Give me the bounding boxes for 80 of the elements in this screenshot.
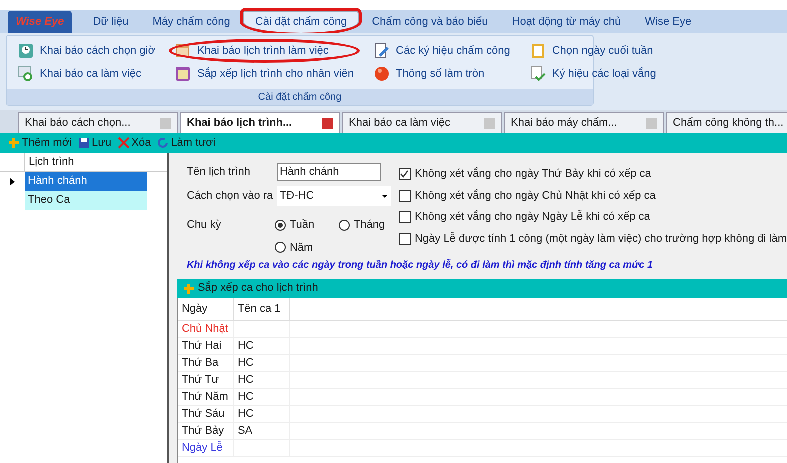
column-header: Tên ca 1 [234, 298, 290, 320]
day-cell: Thứ Bảy [178, 423, 234, 439]
day-cell: Thứ Năm [178, 389, 234, 405]
document-pen-icon [374, 43, 390, 59]
shift-cell: SA [234, 423, 290, 439]
field-label: Chu kỳ [186, 218, 222, 233]
menu-tab[interactable]: Hoạt động từ máy chủ [501, 11, 632, 33]
checkbox-option[interactable]: Ngày Lễ được tính 1 công (một ngày làm việc) cho trường hợp không đi làm [398, 230, 787, 247]
grid-toolbar-title[interactable]: Sắp xếp ca cho lịch trình [198, 280, 318, 297]
mode-dropdown[interactable]: TĐ-HC [276, 186, 391, 206]
row-pointer-icon [10, 178, 15, 186]
radio-button[interactable] [338, 220, 350, 231]
radio-option[interactable]: Năm [274, 240, 339, 256]
ribbon-item[interactable]: Khai báo lịch trình làm việc [172, 42, 358, 60]
radio-option[interactable]: Tuần [274, 217, 339, 234]
menu-tab[interactable]: Máy chấm công [142, 11, 242, 33]
refresh-icon [157, 137, 170, 149]
toolbar-button[interactable]: Thêm mới [8, 134, 72, 152]
plus-icon [8, 137, 20, 149]
document-tab[interactable]: Khai báo lịch trình... [180, 112, 340, 133]
toolbar-button[interactable]: Làm tươi [157, 134, 216, 152]
menu-tab[interactable]: Chấm công và báo biểu [361, 11, 500, 33]
toolbar-button[interactable]: Xóa [118, 134, 152, 152]
shift-cell: HC [234, 338, 290, 354]
clock-card-icon [18, 43, 34, 59]
day-cell: Ngày Lễ [178, 440, 234, 456]
ribbon-item[interactable]: Các ký hiệu chấm công [371, 42, 514, 60]
note-text: Khi không xếp ca vào các ngày trong tuần hoặc ngày lễ, có đi làm thì mặc định tính tăng ca mức 1 [186, 258, 654, 273]
column-header: Ngày [178, 298, 234, 320]
day-cell: Thứ Hai [178, 338, 234, 354]
checkbox-option[interactable]: Không xét vắng cho ngày Ngày Lễ khi có xếp ca [398, 209, 787, 226]
calendar-clock-icon [18, 66, 34, 82]
ribbon-item[interactable]: Khai báo cách chọn giờ [15, 42, 158, 60]
document-tab[interactable]: Khai báo cách chọn... [18, 112, 178, 133]
checkbox-option[interactable]: Không xét vắng cho ngày Thứ Bảy khi có xếp ca [398, 166, 787, 182]
document-tab[interactable]: Chấm công không th... [666, 112, 787, 133]
toolbar-button[interactable]: Lưu [78, 134, 112, 152]
menu-tab[interactable]: Wise Eye [634, 11, 703, 33]
ribbon-group-title: Cài đặt chấm công [258, 90, 342, 104]
checkbox[interactable] [398, 168, 411, 180]
ribbon-item[interactable]: Khai báo ca làm việc [15, 65, 158, 83]
radio-button[interactable] [274, 242, 286, 254]
schedule-row[interactable]: Theo Ca [25, 191, 147, 210]
day-cell: Thứ Ba [178, 355, 234, 371]
day-cell: Thứ Tư [178, 372, 234, 388]
column-header: Lịch trình [28, 154, 76, 170]
ribbon-item[interactable]: Chọn ngày cuối tuần [527, 42, 660, 60]
menu-tab[interactable]: Cài đặt chấm công [243, 11, 360, 33]
ribbon-item[interactable]: Thông số làm tròn [371, 65, 514, 83]
field-label: Cách chọn vào ra [186, 188, 274, 204]
shift-cell: HC [234, 406, 290, 422]
checkbox[interactable] [398, 232, 411, 245]
checkbox-option[interactable]: Không xét vắng cho ngày Chủ Nhật khi có xếp ca [398, 188, 787, 204]
shift-cell: HC [234, 389, 290, 405]
document-tab[interactable]: Khai báo máy chấm... [504, 112, 664, 133]
day-cell: Thứ Sáu [178, 406, 234, 422]
menu-tab[interactable]: Dữ liệu [82, 11, 140, 33]
radio-button[interactable] [274, 220, 286, 231]
day-cell: Chủ Nhật [178, 321, 234, 337]
caret-icon [382, 194, 388, 198]
save-icon [78, 137, 90, 149]
schedule-row[interactable]: Hành chánh [25, 172, 147, 191]
name-field[interactable]: Hành chánh [276, 163, 381, 181]
check-icon [400, 170, 410, 179]
notepad-icon [530, 43, 546, 59]
checkbox[interactable] [398, 211, 411, 224]
ball-icon [374, 66, 390, 82]
document-tab[interactable]: Khai báo ca làm việc [342, 112, 502, 133]
radio-option[interactable]: Tháng [338, 217, 399, 234]
shift-cell: HC [234, 372, 290, 388]
field-label: Tên lịch trình [186, 164, 252, 180]
delete-icon [118, 137, 130, 149]
shift-cell: HC [234, 355, 290, 371]
checkbox[interactable] [398, 190, 411, 202]
ribbon-item[interactable]: Ký hiệu các loại vắng [527, 65, 660, 83]
calendar-icon [175, 43, 192, 59]
ribbon-item[interactable]: Sắp xếp lịch trình cho nhân viên [172, 65, 358, 83]
close-icon[interactable] [322, 118, 333, 128]
plus-icon [182, 282, 195, 294]
document-check-icon [530, 66, 546, 82]
